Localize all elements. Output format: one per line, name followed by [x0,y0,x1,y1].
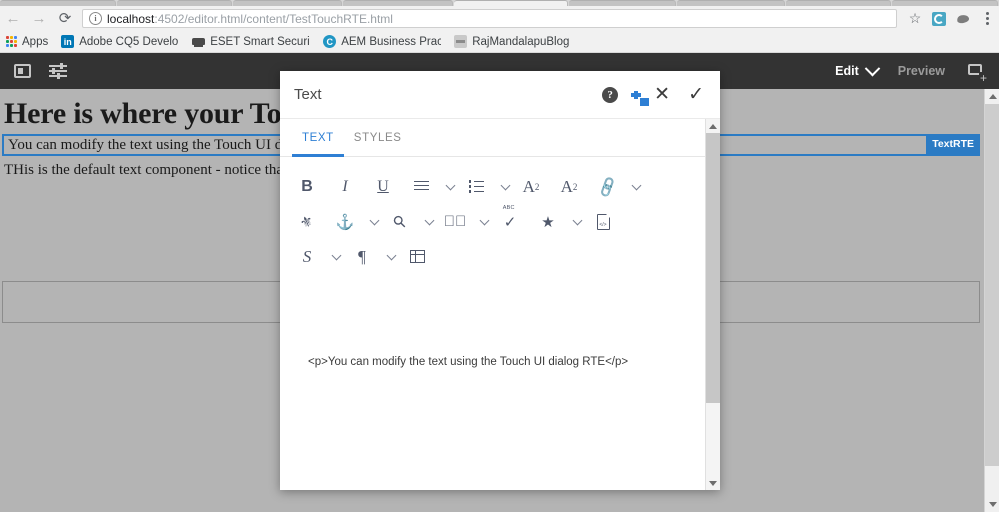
scroll-down-arrow-icon[interactable] [706,476,720,490]
aem-circle-icon: C [323,35,337,48]
chevron-down-icon [864,60,881,76]
chevron-down-icon[interactable] [445,180,456,190]
bookmark-label: Adobe CQ5 Develope [79,35,179,48]
bookmark-label: Apps [22,35,49,48]
side-panel-icon[interactable] [10,59,34,83]
bookmark-star-icon[interactable]: ☆ [903,6,927,31]
lists-button[interactable] [463,173,489,201]
close-icon[interactable]: ✕ [654,85,670,104]
rte-editable-area[interactable]: <p>You can modify the text using the Tou… [280,278,705,490]
bookmark-adobe-cq5[interactable]: in Adobe CQ5 Develope [61,35,179,48]
find-button[interactable]: ⚲ [387,208,413,236]
tab-text[interactable]: TEXT [292,119,344,157]
dialog-tabs: TEXT STYLES [280,119,705,157]
address-bar-url: localhost:4502/editor.html/content/TestT… [107,12,393,26]
find-replace-icon: ⅈ⃠ [443,213,467,230]
scroll-up-arrow-icon[interactable] [706,119,720,133]
source-code-icon: </> [596,213,610,230]
bookmark-apps[interactable]: Apps [6,36,48,48]
special-character-button[interactable]: ★ [535,208,561,236]
address-bar[interactable]: i localhost:4502/editor.html/content/Tes… [82,9,897,28]
reload-icon[interactable]: ⟳ [52,6,78,31]
paragraph-format-button[interactable]: ¶ [349,243,375,271]
search-icon: ⚲ [390,211,411,233]
link-icon: 🔗 [595,175,620,199]
bold-button[interactable]: B [294,173,320,201]
check-icon[interactable]: ✓ [688,85,704,104]
italic-button[interactable]: I [332,173,358,201]
add-annotation-icon[interactable] [965,59,989,84]
forward-icon[interactable]: → [26,6,52,31]
bookmark-rajmandalapublog[interactable]: RajMandalapuBlog [454,35,569,48]
rte-toolbar-row-2: ⚜ ⚓ ⚲ ⅈ⃠ ABC ✓ ★ </> [294,204,695,239]
superscript-button[interactable]: A2 [556,173,582,201]
sliders-icon[interactable] [46,59,70,83]
browser-toolbar: ← → ⟳ i localhost:4502/editor.html/conte… [0,6,999,32]
align-button[interactable] [408,173,434,201]
bookmark-label: ESET Smart Security [210,35,311,48]
url-path: :4502/editor.html/content/TestTouchRTE.h… [154,11,393,26]
chevron-down-icon[interactable] [479,215,490,225]
underline-button[interactable]: U [370,173,396,201]
edit-mode-selector[interactable]: Edit [835,60,881,78]
rte-toolbar: B I U A2 A2 🔗 ⚜ ⚓ ⚲ ⅈ⃠ ABC ✓ ★ </> S ¶ [280,157,705,278]
source-edit-button[interactable]: </> [590,208,616,236]
align-icon [413,180,429,193]
help-icon[interactable]: ? [602,86,619,103]
tab-styles[interactable]: STYLES [344,119,412,156]
replace-button[interactable]: ⅈ⃠ [442,208,468,236]
component-badge: TextRTE [926,134,980,156]
spellcheck-icon: ABC ✓ [502,204,517,231]
dialog-title: Text [294,86,322,103]
bookmarks-bar: Apps in Adobe CQ5 Develope ESET Smart Se… [0,31,999,53]
bullet-list-icon [468,180,484,193]
rte-toolbar-row-1: B I U A2 A2 🔗 [294,169,695,204]
spellcheck-button[interactable]: ABC ✓ [497,204,523,236]
bookmark-label: RajMandalapuBlog [472,35,570,48]
dialog-scrollbar-thumb[interactable] [706,133,720,403]
preview-button[interactable]: Preview [898,64,945,78]
star-icon: ★ [541,213,555,231]
back-icon[interactable]: ← [0,6,26,31]
subscript-button[interactable]: A2 [518,173,544,201]
kebab-menu-icon[interactable] [975,6,999,31]
chevron-down-icon[interactable] [572,215,583,225]
unlink-icon: ⚜ [297,211,317,233]
rte-dialog: Text ? ✕ ✓ TEXT STYLES B I U A 2 A 2 🔗 ⚜… [280,71,720,490]
page-scrollbar[interactable] [984,89,999,512]
table-icon [409,250,425,263]
bookmark-eset[interactable]: ESET Smart Security [192,35,310,48]
apps-grid-icon [6,36,17,47]
edit-mode-label: Edit [835,64,859,78]
chevron-down-icon[interactable] [424,215,435,225]
url-host: localhost [107,11,155,26]
site-info-icon[interactable]: i [89,12,102,25]
table-button[interactable] [404,243,430,271]
scroll-down-arrow-icon[interactable] [985,497,999,512]
page-scrollbar-thumb[interactable] [985,104,999,466]
scroll-up-arrow-icon[interactable] [985,89,999,104]
chevron-down-icon[interactable] [369,215,380,225]
anchor-icon: ⚓ [335,213,355,231]
extension-icon-1[interactable] [927,6,951,31]
linkedin-icon: in [61,35,75,48]
dialog-header: Text ? ✕ ✓ [280,71,720,119]
screen-root: ← → ⟳ i localhost:4502/editor.html/conte… [0,0,999,512]
bookmark-label: AEM Business Practi [341,35,442,48]
chevron-down-icon[interactable] [500,180,511,190]
chevron-down-icon[interactable] [331,250,342,260]
styles-button[interactable]: S [294,243,320,271]
eset-icon [192,35,206,48]
chevron-down-icon[interactable] [386,250,397,260]
anchor-button[interactable]: ⚓ [332,208,358,236]
extension-icon-2[interactable] [951,6,975,31]
unlink-button[interactable]: ⚜ [294,208,320,236]
chevron-down-icon[interactable] [631,180,642,190]
link-button[interactable]: 🔗 [594,173,620,201]
dialog-scrollbar[interactable] [705,119,720,490]
bookmark-aem-business[interactable]: C AEM Business Practi [323,35,441,48]
blog-icon [454,35,468,48]
rte-toolbar-row-3: S ¶ [294,239,695,274]
